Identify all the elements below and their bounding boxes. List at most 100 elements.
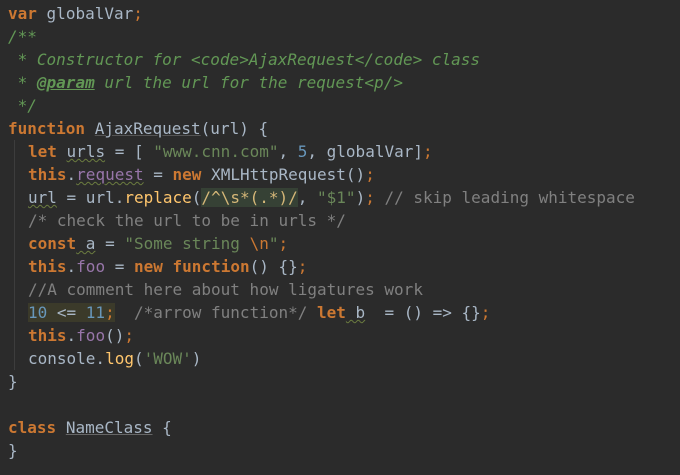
operator: = bbox=[143, 165, 173, 184]
code-line-6[interactable]: function AjaxRequest(url) { bbox=[8, 117, 268, 140]
bracket: ] bbox=[413, 142, 423, 161]
code-line-2[interactable]: /** bbox=[8, 25, 37, 48]
line-comment: // skip leading whitespace bbox=[374, 188, 635, 207]
variable-name: urls bbox=[66, 142, 106, 161]
keyword: let bbox=[28, 142, 57, 161]
regex-delimiter: / bbox=[288, 188, 298, 207]
string-literal: "$1" bbox=[317, 188, 356, 207]
code-editor[interactable]: var globalVar; /** * Constructor for <co… bbox=[0, 0, 680, 475]
string-literal: 'WOW' bbox=[143, 349, 192, 368]
class-name: NameClass bbox=[65, 418, 153, 437]
regex-delimiter: / bbox=[201, 188, 212, 207]
semicolon: ; bbox=[365, 165, 375, 184]
keyword: let bbox=[317, 303, 346, 322]
dot: . bbox=[66, 165, 77, 184]
number-literal: 10 bbox=[28, 303, 48, 322]
paren: ) bbox=[191, 349, 202, 368]
method-call: replace bbox=[124, 188, 192, 207]
dot: . bbox=[66, 257, 77, 276]
code-line-13[interactable]: //A comment here about how ligatures wor… bbox=[28, 278, 423, 301]
keyword-this: this bbox=[28, 165, 67, 184]
code-line-14[interactable]: 10 <= 11; /*arrow function*/ let b = () … bbox=[28, 301, 490, 324]
semicolon: ; bbox=[297, 257, 308, 276]
semicolon: ; bbox=[105, 303, 115, 322]
keyword: const bbox=[28, 234, 77, 253]
property-name: foo bbox=[76, 257, 106, 276]
code-line-7[interactable]: let urls = [ "www.cnn.com", 5, globalVar… bbox=[28, 140, 433, 163]
semicolon: ; bbox=[423, 142, 433, 161]
doc-comment: */ bbox=[8, 96, 37, 115]
doc-comment: url the url for the request<p/> bbox=[94, 73, 403, 92]
variable-name: globalVar bbox=[46, 4, 134, 23]
code-line-17[interactable]: } bbox=[8, 370, 18, 393]
keyword: function bbox=[172, 257, 250, 276]
variable-name: url bbox=[28, 188, 57, 207]
doc-comment: * bbox=[8, 73, 37, 92]
keyword: new bbox=[172, 165, 202, 184]
comma: , bbox=[307, 142, 327, 161]
semicolon: ; bbox=[480, 303, 491, 322]
closing-brace: } bbox=[8, 441, 18, 460]
regex-literal: ^\s*(.*) bbox=[211, 188, 289, 207]
method-call: foo bbox=[76, 326, 106, 345]
constructor-call: XMLHttpRequest() bbox=[201, 165, 366, 184]
block-comment: /* check the url to be in urls */ bbox=[28, 211, 346, 230]
comma: , bbox=[297, 188, 318, 207]
keyword: var bbox=[8, 4, 37, 23]
function-name: AjaxRequest bbox=[94, 119, 201, 138]
escape-sequence: \n bbox=[249, 234, 269, 253]
variable-ref: globalVar bbox=[326, 142, 414, 161]
line-comment: //A comment here about how ligatures wor… bbox=[28, 280, 423, 299]
code-line-19[interactable]: class NameClass { bbox=[8, 416, 172, 439]
code-line-4[interactable]: * @param url the url for the request<p/> bbox=[8, 71, 403, 94]
arrow-function: = () => {} bbox=[365, 303, 481, 322]
paren: ( bbox=[133, 349, 144, 368]
code-line-20[interactable]: } bbox=[8, 439, 18, 462]
code-line-10[interactable]: /* check the url to be in urls */ bbox=[28, 209, 346, 232]
code-line-12[interactable]: this.foo = new function() {}; bbox=[28, 255, 307, 278]
operator: <= bbox=[47, 303, 86, 322]
keyword-this: this bbox=[28, 257, 67, 276]
code-line-8[interactable]: this.request = new XMLHttpRequest(); bbox=[28, 163, 375, 186]
function-body: () {} bbox=[249, 257, 298, 276]
doc-param-tag: @param bbox=[36, 73, 95, 92]
object-ref: console. bbox=[28, 349, 106, 368]
number-literal: 11 bbox=[85, 303, 106, 322]
keyword-this: this bbox=[28, 326, 67, 345]
paren: ) bbox=[355, 188, 366, 207]
paren: ( bbox=[191, 188, 202, 207]
block-comment: /*arrow function*/ bbox=[133, 303, 308, 322]
variable-name: a bbox=[76, 234, 96, 253]
comma: , bbox=[278, 142, 298, 161]
code-line-15[interactable]: this.foo(); bbox=[28, 324, 134, 347]
code-line-11[interactable]: const a = "Some string \n"; bbox=[28, 232, 288, 255]
code-line-3[interactable]: * Constructor for <code>AjaxRequest</cod… bbox=[8, 48, 480, 71]
doc-comment: /** bbox=[8, 27, 37, 46]
opening-brace: { bbox=[152, 418, 172, 437]
code-line-5[interactable]: */ bbox=[8, 94, 37, 117]
method-call: log bbox=[105, 349, 134, 368]
string-literal: "Some string bbox=[124, 234, 250, 253]
operator: = [ bbox=[105, 142, 154, 161]
indent-guide bbox=[14, 140, 15, 370]
code-line-1[interactable]: var globalVar; bbox=[8, 2, 143, 25]
call-parens: () bbox=[105, 326, 125, 345]
operator: = bbox=[95, 234, 125, 253]
number-literal: 5 bbox=[297, 142, 308, 161]
property-name: request bbox=[76, 165, 144, 184]
closing-brace: } bbox=[8, 372, 18, 391]
operator: = bbox=[105, 257, 134, 276]
semicolon: ; bbox=[278, 234, 289, 253]
semicolon: ; bbox=[133, 4, 143, 23]
code-line-16[interactable]: console.log('WOW') bbox=[28, 347, 201, 370]
keyword: class bbox=[8, 418, 57, 437]
code-line-9[interactable]: url = url.replace(/^\s*(.*)/, "$1"); // … bbox=[28, 186, 635, 209]
keyword: new bbox=[133, 257, 163, 276]
variable-name: b bbox=[345, 303, 366, 322]
doc-comment: * Constructor for <code>AjaxRequest</cod… bbox=[8, 50, 481, 69]
semicolon: ; bbox=[124, 326, 134, 345]
expression: = url. bbox=[56, 188, 125, 207]
string-literal: "www.cnn.com" bbox=[153, 142, 279, 161]
